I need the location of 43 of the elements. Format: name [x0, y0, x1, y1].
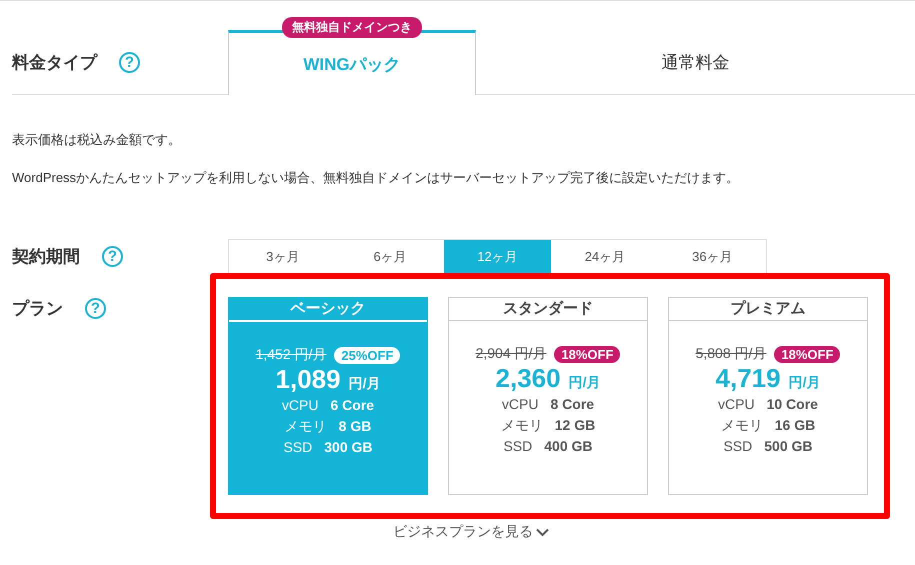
plan-card[interactable]: スタンダード 2,904 円/月 18%OFF 2,360 円/月 vCPU 8 Core メモリ 12 GB SSD 400 GB: [448, 297, 648, 495]
plan-name: プレミアム: [730, 300, 806, 317]
plan-price: 4,719: [716, 363, 781, 394]
tab-badge: 無料独自ドメインつき: [282, 17, 422, 38]
plan-price: 2,360: [496, 363, 561, 394]
spec-value: 500 GB: [764, 437, 813, 456]
plan-name: スタンダード: [503, 300, 593, 317]
spec-label: vCPU: [502, 395, 538, 414]
plan-price: 1,089: [276, 364, 341, 395]
spec-value: 6 Core: [330, 396, 374, 415]
spec-value: 400 GB: [544, 437, 593, 456]
original-price: 1,452 円/月: [256, 346, 326, 364]
discount-badge: 25%OFF: [334, 346, 400, 364]
spec-value: 8 Core: [550, 395, 594, 414]
spec-label: メモリ: [500, 416, 543, 435]
spec-value: 12 GB: [554, 416, 596, 435]
note-text: 表示価格は税込み金額です。: [11, 131, 182, 149]
spec-label: vCPU: [282, 396, 318, 415]
spec-label: メモリ: [284, 417, 327, 436]
spec-label: SSD: [283, 438, 312, 457]
spec-value: 16 GB: [774, 416, 816, 435]
spec-label: SSD: [723, 437, 752, 456]
plan-card[interactable]: プレミアム 5,808 円/月 18%OFF 4,719 円/月 vCPU 10 Core メモリ 16 GB SSD 500 GB: [668, 297, 868, 495]
spec-label: vCPU: [718, 395, 755, 414]
original-price: 5,808 円/月: [696, 345, 766, 363]
spec-value: 300 GB: [324, 438, 373, 457]
spec-value: 8 GB: [338, 417, 372, 436]
price-unit: 円/月: [568, 374, 600, 392]
spec-value: 10 Core: [766, 395, 818, 414]
price-unit: 円/月: [348, 375, 380, 393]
discount-badge: 18%OFF: [774, 346, 840, 362]
business-plans-link[interactable]: ビジネスプランを見る: [393, 523, 549, 541]
spec-label: SSD: [503, 437, 532, 456]
note-text: WordPressかんたんセットアップを利用しない場合、無料独自ドメインはサーバーセットアップ完了後に設定いただけます。: [11, 169, 740, 187]
section-label: プラン: [12, 298, 63, 320]
original-price: 2,904 円/月: [476, 345, 546, 363]
chevron-down-icon: [536, 528, 549, 536]
section-label: 契約期間: [12, 246, 80, 268]
price-unit: 円/月: [788, 374, 820, 392]
spec-label: メモリ: [720, 416, 763, 435]
section-label: 料金タイプ: [12, 52, 97, 74]
plan-name: ベーシック: [290, 300, 366, 317]
discount-badge: 18%OFF: [554, 346, 620, 362]
